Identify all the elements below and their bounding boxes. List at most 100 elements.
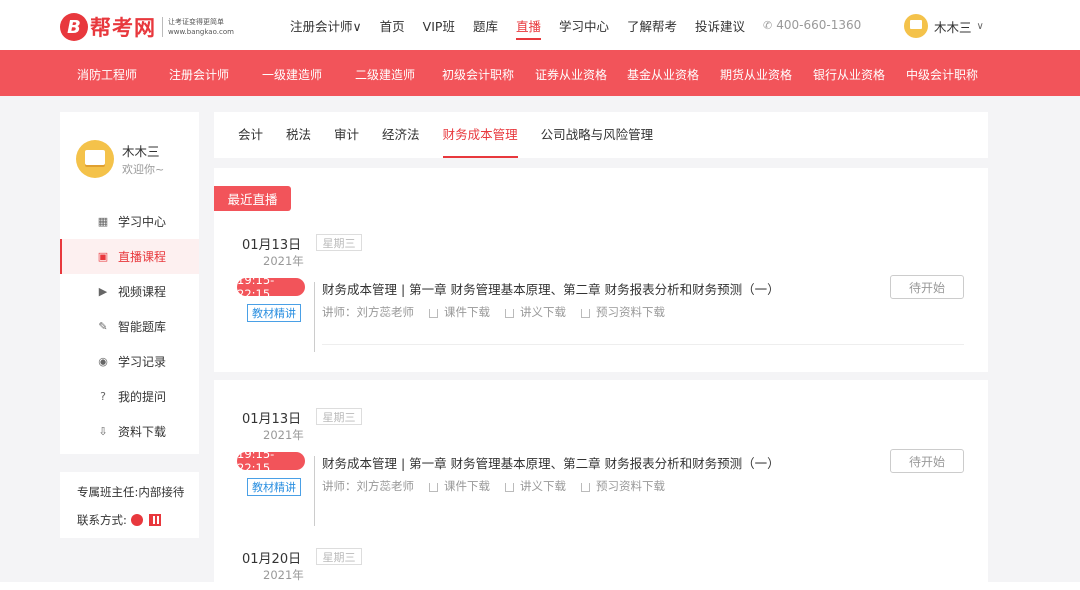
teacher-row: 专属班主任: 内部接待	[77, 484, 199, 500]
tab-tax-law[interactable]: 税法	[286, 112, 311, 158]
brand-logo[interactable]: B 帮考网 让考证变得更简单 www.bangkao.com	[60, 12, 234, 42]
sidebar-item-downloads[interactable]: ⇩ 资料下载	[60, 414, 199, 449]
category-bar: 消防工程师 注册会计师 一级建造师 二级建造师 初级会计职称 证券从业资格 基金…	[0, 50, 1080, 96]
avatar	[904, 14, 928, 38]
category-item[interactable]: 一级建造师	[262, 66, 322, 83]
sidebar-item-study-center[interactable]: ▦ 学习中心	[60, 204, 199, 239]
category-item[interactable]: 银行从业资格	[813, 66, 885, 83]
course-card: 01月13日 星期三 2021年 19:15-22:15 教材精讲 财务成本管理…	[214, 380, 988, 544]
user-menu[interactable]: 木木三 ∨	[904, 14, 984, 38]
sidebar-item-label: 直播课程	[118, 250, 167, 264]
nav-question-bank[interactable]: 题库	[473, 16, 498, 35]
course-tag: 教材精讲	[247, 304, 301, 322]
course-weekday: 星期三	[316, 408, 362, 425]
class-teacher-box: 专属班主任: 内部接待 联系方式:	[60, 472, 199, 538]
course-date: 01月20日	[242, 552, 302, 567]
nav-live[interactable]: 直播	[515, 16, 541, 40]
timeline-line	[314, 282, 315, 352]
sidebar-item-label: 资料下载	[118, 425, 167, 439]
tab-audit[interactable]: 审计	[334, 112, 359, 158]
profile-card: 木木三 欢迎你~	[76, 140, 164, 178]
brand-slogan-line2: www.bangkao.com	[168, 28, 234, 36]
top-nav: 注册会计师∨ 首页 VIP班 题库 直播 学习中心 了解帮考 投诉建议 ✆ 40…	[290, 0, 861, 50]
course-time: 19:15-22:15	[237, 273, 305, 301]
sidebar-item-live-courses[interactable]: ▣ 直播课程	[60, 239, 199, 274]
chevron-down-icon: ∨	[976, 20, 984, 32]
question-icon: ?	[100, 390, 106, 403]
sidebar-item-label: 智能题库	[118, 320, 167, 334]
category-item[interactable]: 期货从业资格	[720, 66, 792, 83]
teacher-value: 内部接待	[138, 485, 185, 499]
download-icon	[505, 482, 514, 492]
avatar[interactable]	[76, 140, 114, 178]
sidebar-item-my-questions[interactable]: ? 我的提问	[60, 379, 199, 414]
brand-slogan: 让考证变得更简单 www.bangkao.com	[162, 17, 234, 37]
course-year: 2021年	[263, 568, 304, 582]
category-item[interactable]: 证券从业资格	[535, 66, 607, 83]
profile-name: 木木三	[122, 144, 160, 159]
nav-complaint[interactable]: 投诉建议	[695, 16, 745, 35]
sidebar-item-question-bank[interactable]: ✎ 智能题库	[60, 309, 199, 344]
user-name: 木木三	[934, 19, 972, 35]
tab-strategy-risk[interactable]: 公司战略与风险管理	[541, 112, 654, 158]
course-weekday: 星期三	[316, 234, 362, 251]
download-icon	[581, 482, 590, 492]
tab-financial-cost-management[interactable]: 财务成本管理	[442, 112, 518, 158]
link-label: 预习资料下载	[596, 479, 665, 493]
divider	[322, 344, 964, 345]
handout-download-link[interactable]: 讲义下载	[505, 304, 566, 320]
nav-home[interactable]: 首页	[380, 16, 405, 35]
status-button[interactable]: 待开始	[890, 275, 964, 299]
category-item[interactable]: 基金从业资格	[627, 66, 699, 83]
brand-slogan-line1: 让考证变得更简单	[168, 18, 224, 26]
sidebar-item-video-courses[interactable]: ▶ 视频课程	[60, 274, 199, 309]
download-icon	[505, 308, 514, 318]
category-item[interactable]: 初级会计职称	[442, 66, 514, 83]
record-icon: ◉	[98, 355, 108, 368]
courseware-download-link[interactable]: 课件下载	[429, 478, 490, 494]
status-button[interactable]: 待开始	[890, 449, 964, 473]
bottom-toolbar-strip	[0, 582, 1080, 590]
nav-cpa-dropdown[interactable]: 注册会计师∨	[290, 16, 362, 35]
courseware-download-link[interactable]: 课件下载	[429, 304, 490, 320]
brand-name: 帮考网	[90, 16, 156, 40]
preview-download-link[interactable]: 预习资料下载	[581, 478, 665, 494]
course-year: 2021年	[263, 254, 304, 268]
course-date: 01月13日	[242, 412, 302, 427]
category-item[interactable]: 二级建造师	[355, 66, 415, 83]
tab-accounting[interactable]: 会计	[238, 112, 263, 158]
sidebar-item-label: 学习中心	[118, 215, 167, 229]
course-card: 01月20日 星期三 2021年	[214, 528, 988, 582]
link-label: 预习资料下载	[596, 305, 665, 319]
timeline-line	[314, 456, 315, 526]
nav-study-center[interactable]: 学习中心	[559, 16, 609, 35]
link-label: 讲义下载	[520, 305, 566, 319]
hotline: ✆ 400-660-1360	[763, 18, 861, 32]
sidebar-item-label: 学习记录	[118, 355, 167, 369]
sidebar-item-study-record[interactable]: ◉ 学习记录	[60, 344, 199, 379]
qrcode-icon[interactable]	[148, 514, 161, 526]
course-teacher: 讲师：刘方蕊老师	[322, 479, 414, 493]
handout-download-link[interactable]: 讲义下载	[505, 478, 566, 494]
top-header: B 帮考网 让考证变得更简单 www.bangkao.com 注册会计师∨ 首页…	[0, 0, 1080, 50]
course-title[interactable]: 财务成本管理 | 第一章 财务管理基本原理、第二章 财务报表分析和财务预测（一）	[322, 453, 780, 472]
preview-download-link[interactable]: 预习资料下载	[581, 304, 665, 320]
book-icon: ▦	[97, 215, 109, 228]
category-item[interactable]: 消防工程师	[77, 66, 137, 83]
weibo-icon[interactable]	[130, 514, 143, 526]
link-label: 课件下载	[444, 305, 490, 319]
download-icon	[429, 482, 438, 492]
contact-label: 联系方式:	[77, 513, 127, 527]
live-icon: ▣	[97, 250, 109, 263]
course-meta: 讲师：刘方蕊老师 课件下载 讲义下载 预习资料下载	[322, 304, 680, 320]
course-title[interactable]: 财务成本管理 | 第一章 财务管理基本原理、第二章 财务报表分析和财务预测（一）	[322, 279, 780, 298]
link-label: 讲义下载	[520, 479, 566, 493]
category-item[interactable]: 中级会计职称	[906, 66, 978, 83]
download-icon	[581, 308, 590, 318]
nav-about[interactable]: 了解帮考	[627, 16, 677, 35]
tab-economic-law[interactable]: 经济法	[382, 112, 420, 158]
nav-vip[interactable]: VIP班	[423, 16, 455, 35]
download-icon	[429, 308, 438, 318]
question-bank-icon: ✎	[98, 320, 108, 333]
category-item[interactable]: 注册会计师	[169, 66, 229, 83]
